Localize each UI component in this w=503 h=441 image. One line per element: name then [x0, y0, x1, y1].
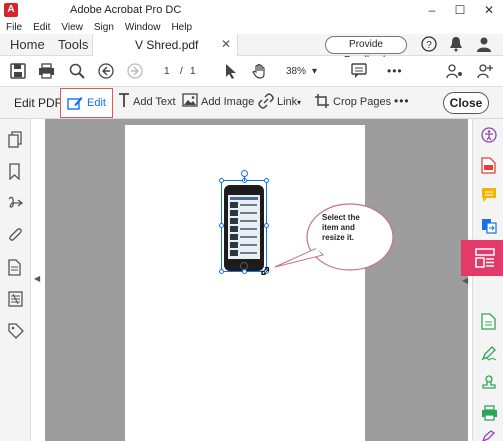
organize-active-icon	[475, 248, 495, 268]
accessibility-icon[interactable]	[481, 127, 497, 147]
callout-text: Select the item and resize it.	[322, 213, 360, 242]
edit-button[interactable]: Edit	[60, 88, 113, 118]
comment-icon[interactable]	[351, 63, 367, 84]
print-icon[interactable]	[38, 63, 55, 84]
resize-handle-top-left[interactable]	[219, 178, 224, 183]
left-navigation-pane	[0, 119, 31, 441]
menu-file[interactable]: File	[6, 22, 22, 33]
hand-tool-icon[interactable]	[252, 63, 268, 84]
provide-feedback-button[interactable]: Provide Feedback	[325, 36, 407, 66]
help-icon[interactable]: ?	[421, 36, 437, 55]
layers-icon[interactable]	[8, 291, 23, 312]
collapse-right-pane-icon[interactable]: ◀	[462, 276, 468, 285]
svg-text:?: ?	[426, 40, 432, 51]
close-edit-button[interactable]: Close	[443, 92, 489, 114]
link-dropdown-chevron-icon[interactable]: ▾	[297, 98, 301, 107]
right-tools-pane	[472, 119, 503, 441]
next-page-icon[interactable]	[127, 63, 143, 84]
edit-pdf-toolbar: Edit PDF Edit Add Text Add Image Link ▾ …	[0, 87, 503, 119]
add-image-button[interactable]: Add Image	[201, 96, 254, 108]
attachment-icon[interactable]	[8, 227, 23, 248]
add-user-icon[interactable]	[476, 63, 494, 84]
add-image-icon[interactable]	[182, 93, 198, 111]
link-button[interactable]: Link	[277, 96, 297, 108]
maximize-button[interactable]: ☐	[446, 0, 474, 20]
resize-handle-top-right[interactable]	[264, 178, 269, 183]
edit-pdf-title: Edit PDF	[14, 96, 63, 110]
minimize-button[interactable]: –	[418, 0, 446, 20]
add-text-button[interactable]: Add Text	[133, 96, 176, 108]
bookmark-icon[interactable]	[8, 163, 21, 184]
stamp-icon[interactable]	[481, 375, 497, 395]
edit-text-image-icon	[67, 95, 83, 114]
signature-icon[interactable]	[8, 195, 24, 216]
crop-pages-icon[interactable]	[314, 93, 330, 113]
tag-icon[interactable]	[8, 323, 24, 344]
tab-document[interactable]: V Shred.pdf ✕	[92, 34, 238, 56]
acrobat-logo-icon: A	[4, 3, 18, 17]
comment-tool-icon[interactable]	[481, 187, 497, 207]
selection-bounding-box[interactable]	[219, 178, 269, 274]
fill-sign-icon[interactable]	[481, 345, 497, 365]
zoom-level[interactable]: 38%	[286, 66, 306, 77]
rotate-handle[interactable]	[241, 170, 248, 177]
tab-bar: Home Tools V Shred.pdf ✕ Provide Feedbac…	[0, 34, 503, 66]
menu-view[interactable]: View	[61, 22, 83, 33]
resize-handle-left[interactable]	[219, 223, 224, 228]
previous-page-icon[interactable]	[98, 63, 114, 84]
more-tools-icon[interactable]: •••	[387, 64, 403, 78]
document-tab-label: V Shred.pdf	[135, 38, 199, 52]
edit-label: Edit	[87, 97, 106, 109]
crop-pages-button[interactable]: Crop Pages	[333, 96, 391, 108]
more-options-icon[interactable]: •••	[394, 94, 410, 108]
save-icon[interactable]	[10, 63, 26, 84]
window-title: Adobe Acrobat Pro DC	[70, 4, 182, 16]
document-properties-icon[interactable]	[8, 259, 21, 280]
tab-tools[interactable]: Tools	[58, 37, 88, 52]
title-bar: A Adobe Acrobat Pro DC – ☐ ✕	[0, 0, 503, 20]
tab-home[interactable]: Home	[10, 37, 45, 52]
menu-bar: File Edit View Sign Window Help	[0, 20, 503, 34]
link-icon[interactable]	[258, 93, 274, 113]
create-pdf-icon[interactable]	[481, 157, 496, 178]
add-text-icon[interactable]	[118, 93, 130, 112]
share-user-icon[interactable]	[446, 63, 464, 84]
resize-handle-bottom[interactable]	[242, 269, 247, 274]
menu-edit[interactable]: Edit	[33, 22, 50, 33]
organize-tool-active[interactable]	[461, 240, 503, 276]
close-window-button[interactable]: ✕	[475, 0, 503, 20]
page-separator: /	[180, 66, 183, 77]
page-total: 1	[190, 66, 196, 77]
zoom-dropdown-chevron-icon[interactable]: ▾	[312, 66, 317, 77]
sign-pen-icon[interactable]	[481, 429, 497, 441]
print-production-icon[interactable]	[481, 405, 498, 425]
pages-icon[interactable]	[8, 131, 23, 152]
resize-handle-bottom-left[interactable]	[219, 269, 224, 274]
notifications-bell-icon[interactable]	[449, 36, 463, 55]
collapse-left-pane-icon[interactable]: ◀	[34, 274, 40, 283]
close-tab-icon[interactable]: ✕	[221, 37, 231, 51]
zoom-search-icon[interactable]	[69, 63, 85, 84]
organize-pages-icon[interactable]	[481, 313, 497, 334]
menu-sign[interactable]: Sign	[94, 22, 114, 33]
current-page-input[interactable]: 1	[164, 66, 170, 77]
menu-window[interactable]: Window	[125, 22, 161, 33]
export-pdf-icon[interactable]	[481, 217, 497, 238]
account-icon[interactable]	[476, 36, 492, 55]
select-pointer-icon[interactable]	[225, 63, 237, 84]
menu-help[interactable]: Help	[171, 22, 192, 33]
main-toolbar: 1 / 1 38% ▾ •••	[0, 57, 503, 87]
